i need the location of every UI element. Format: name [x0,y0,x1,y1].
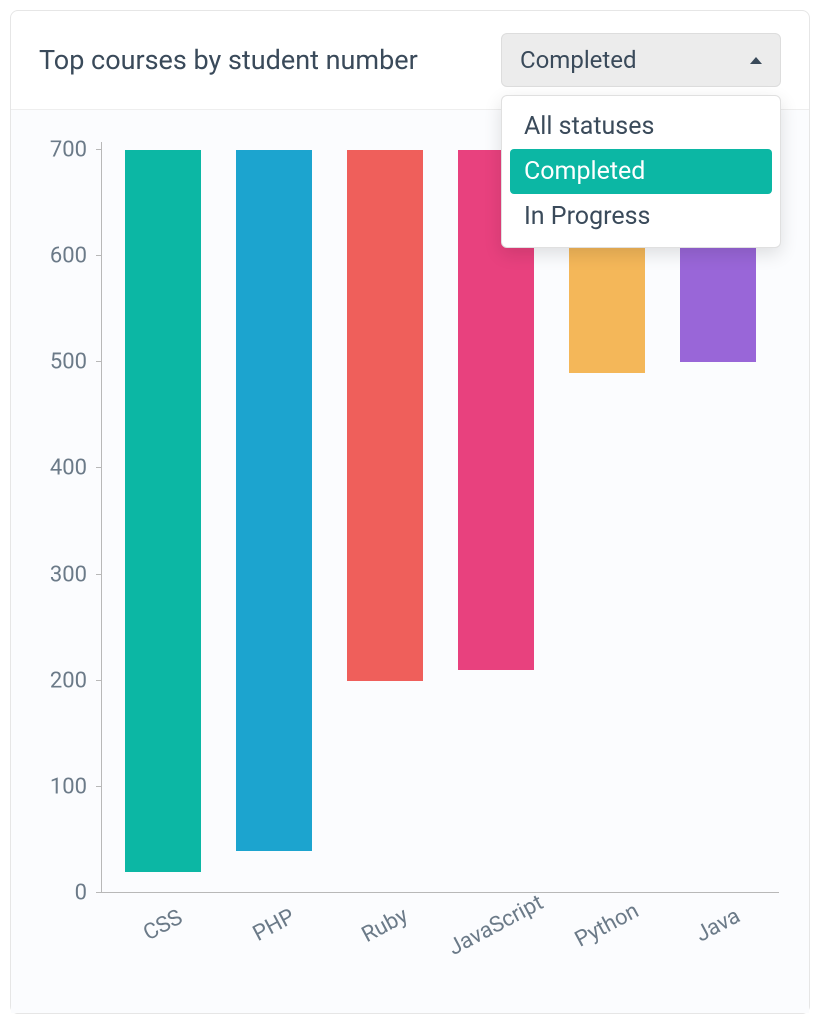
bar-slot: PHP [218,150,329,893]
y-tick-label: 500 [50,350,87,375]
y-tick-label: 0 [75,881,87,906]
bar-slot: Ruby [329,150,440,893]
chevron-up-icon [750,57,762,64]
x-tick-label: CSS [139,905,186,946]
chart-card: Top courses by student number Completed … [10,10,810,1014]
bar-slot: JavaScript [440,150,551,893]
bar-slot: Python [551,150,662,893]
x-tick-label: Python [570,898,642,952]
y-tick-label: 600 [50,244,87,269]
bar-slot: Java [662,150,773,893]
status-dropdown-toggle[interactable]: Completed [501,33,781,87]
status-dropdown-menu: All statuses Completed In Progress [501,95,781,248]
status-option-in-progress[interactable]: In Progress [510,194,772,239]
y-tick-mark [96,680,102,681]
chart-title: Top courses by student number [39,44,418,76]
y-axis: 0100200300400500600700 [41,150,101,893]
y-tick-label: 200 [50,668,87,693]
y-tick-mark [96,892,102,893]
y-tick-mark [96,255,102,256]
bars-container: CSSPHPRubyJavaScriptPythonJava [101,150,779,893]
status-option-all[interactable]: All statuses [510,104,772,149]
y-tick-mark [96,361,102,362]
y-tick-label: 300 [50,562,87,587]
y-tick-mark [96,149,102,150]
status-option-completed[interactable]: Completed [510,149,772,194]
bar [236,150,312,851]
x-tick-label: Java [691,904,744,948]
y-tick-label: 400 [50,456,87,481]
y-tick-mark [96,467,102,468]
bar-slot: CSS [107,150,218,893]
y-tick-mark [96,574,102,575]
x-tick-label: JavaScript [444,890,547,961]
y-tick-label: 700 [50,138,87,163]
y-tick-mark [96,786,102,787]
status-dropdown-selected: Completed [520,46,637,74]
status-dropdown: Completed All statuses Completed In Prog… [501,33,781,87]
card-header: Top courses by student number Completed … [11,11,809,110]
bar [347,150,423,681]
y-tick-label: 100 [50,774,87,799]
x-tick-label: Ruby [357,903,411,948]
x-tick-label: PHP [248,904,298,946]
chart-plot: 0100200300400500600700 CSSPHPRubyJavaScr… [41,150,779,893]
bar [125,150,201,872]
